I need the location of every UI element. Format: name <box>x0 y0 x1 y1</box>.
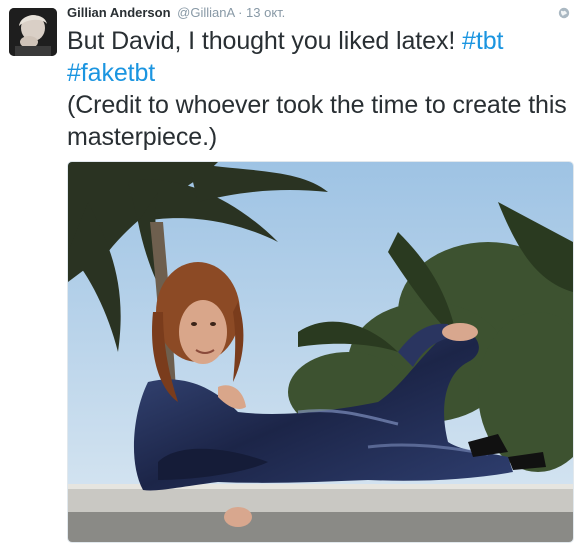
tweet-text-line-1: But David, I thought you liked latex! #t… <box>67 25 575 89</box>
hashtag-faketbt[interactable]: #faketbt <box>67 59 155 87</box>
tweet-media-photo[interactable] <box>67 161 574 543</box>
tweet-timestamp[interactable]: 13 окт. <box>246 5 285 20</box>
avatar[interactable] <box>9 8 57 56</box>
hashtag-tbt[interactable]: #tbt <box>462 27 503 55</box>
globe-icon <box>558 6 570 19</box>
tweet-text: But David, I thought you liked latex! #t… <box>67 25 575 153</box>
tweet-text-line-2: (Credit to whoever took the time to crea… <box>67 91 567 151</box>
header-separator: · <box>238 5 243 20</box>
author-handle[interactable]: @GillianA <box>177 5 234 20</box>
author-name[interactable]: Gillian Anderson <box>67 5 171 20</box>
tweet-text-body: But David, I thought you liked latex! <box>67 27 463 55</box>
tweet-header: Gillian Anderson @GillianA · 13 окт. <box>67 4 285 22</box>
